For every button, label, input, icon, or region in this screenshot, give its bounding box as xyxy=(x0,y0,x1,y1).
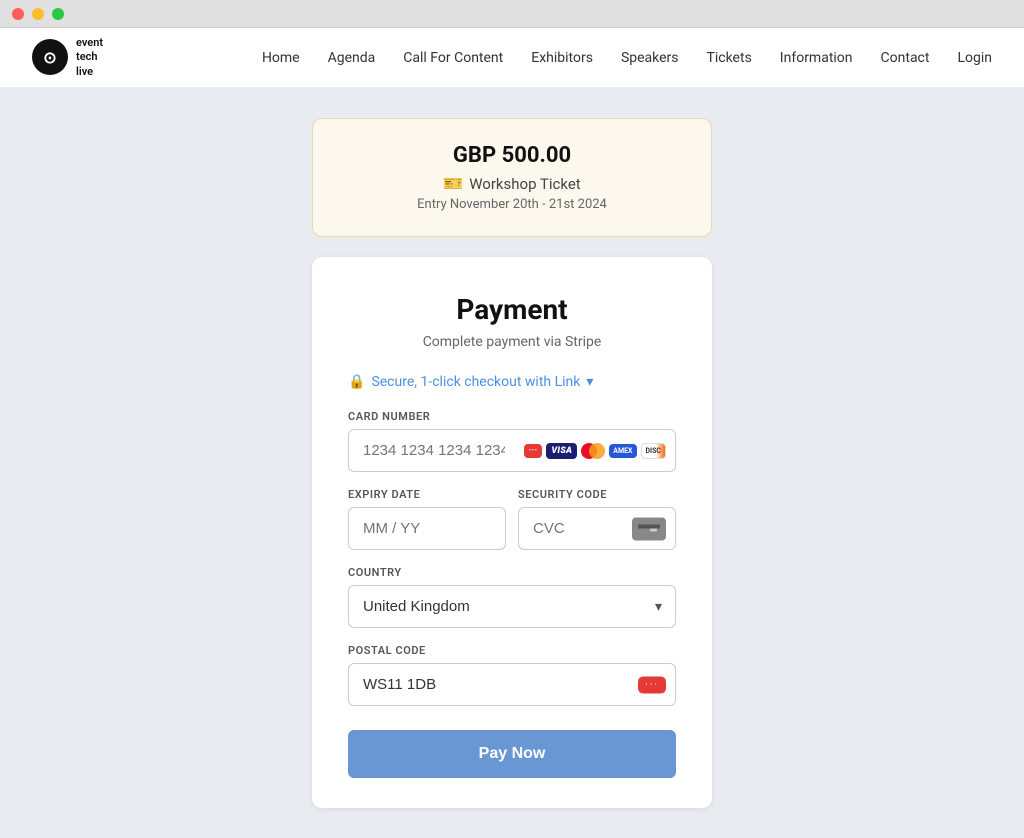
nav-call-for-content[interactable]: Call For Content xyxy=(403,50,503,66)
country-label: COUNTRY xyxy=(348,566,676,579)
nav-login[interactable]: Login xyxy=(957,50,992,66)
nav-exhibitors[interactable]: Exhibitors xyxy=(531,50,593,66)
postal-label: POSTAL CODE xyxy=(348,644,676,657)
postal-input[interactable] xyxy=(348,663,676,706)
country-group: COUNTRY United Kingdom United States Ger… xyxy=(348,566,676,628)
logo-text: eventtechlive xyxy=(76,36,103,79)
maximize-dot[interactable] xyxy=(52,8,64,20)
ticket-date: Entry November 20th - 21st 2024 xyxy=(337,197,687,212)
nav-links: Home Agenda Call For Content Exhibitors … xyxy=(262,50,992,66)
expiry-security-row: EXPIRY DATE SECURITY CODE xyxy=(348,488,676,566)
card-icons: ··· VISA AMEX DISC xyxy=(524,443,666,459)
chevron-down-icon: ▾ xyxy=(586,374,593,390)
secure-checkout-link[interactable]: 🔒 Secure, 1-click checkout with Link ▾ xyxy=(348,374,676,390)
nav-information[interactable]: Information xyxy=(780,50,853,66)
ticket-type: Workshop Ticket xyxy=(469,175,581,193)
security-group: SECURITY CODE xyxy=(518,488,676,550)
postal-menu-icon: ··· xyxy=(638,676,666,693)
amex-icon: AMEX xyxy=(609,444,636,458)
cvc-card-icon xyxy=(632,517,666,540)
nav-agenda[interactable]: Agenda xyxy=(328,50,376,66)
close-dot[interactable] xyxy=(12,8,24,20)
payment-card: Payment Complete payment via Stripe 🔒 Se… xyxy=(312,257,712,808)
discover-icon: DISC xyxy=(641,443,667,459)
ticket-price: GBP 500.00 xyxy=(337,143,687,168)
country-select-wrap: United Kingdom United States Germany Fra… xyxy=(348,585,676,628)
payment-subtitle: Complete payment via Stripe xyxy=(348,334,676,350)
expiry-input[interactable] xyxy=(348,507,506,550)
ticket-card: GBP 500.00 🎫 Workshop Ticket Entry Novem… xyxy=(312,118,712,237)
expiry-group: EXPIRY DATE xyxy=(348,488,506,550)
security-label: SECURITY CODE xyxy=(518,488,676,501)
postal-group: POSTAL CODE ··· xyxy=(348,644,676,706)
nav-speakers[interactable]: Speakers xyxy=(621,50,679,66)
visa-icon: VISA xyxy=(546,443,577,459)
minimize-dot[interactable] xyxy=(32,8,44,20)
logo-icon: ⊙ xyxy=(32,39,68,75)
nav-home[interactable]: Home xyxy=(262,50,300,66)
navbar: ⊙ eventtechlive Home Agenda Call For Con… xyxy=(0,28,1024,88)
lock-icon: 🔒 xyxy=(348,374,365,390)
security-wrap xyxy=(518,507,676,550)
expiry-label: EXPIRY DATE xyxy=(348,488,506,501)
secure-link-text: Secure, 1-click checkout with Link xyxy=(371,374,580,390)
page-content: GBP 500.00 🎫 Workshop Ticket Entry Novem… xyxy=(0,88,1024,838)
nav-tickets[interactable]: Tickets xyxy=(707,50,752,66)
card-number-group: CARD NUMBER ··· VISA AMEX DISC xyxy=(348,410,676,472)
payment-title: Payment xyxy=(348,293,676,326)
window-chrome xyxy=(0,0,1024,28)
ticket-icon: 🎫 xyxy=(443,174,463,193)
postal-wrap: ··· xyxy=(348,663,676,706)
pay-now-button[interactable]: Pay Now xyxy=(348,730,676,778)
nav-contact[interactable]: Contact xyxy=(881,50,930,66)
card-icon-stripe: ··· xyxy=(524,444,543,458)
ticket-type-row: 🎫 Workshop Ticket xyxy=(337,174,687,193)
card-number-wrap: ··· VISA AMEX DISC xyxy=(348,429,676,472)
card-number-label: CARD NUMBER xyxy=(348,410,676,423)
mastercard-icon xyxy=(581,443,605,459)
logo: ⊙ eventtechlive xyxy=(32,36,103,79)
country-select[interactable]: United Kingdom United States Germany Fra… xyxy=(348,585,676,628)
